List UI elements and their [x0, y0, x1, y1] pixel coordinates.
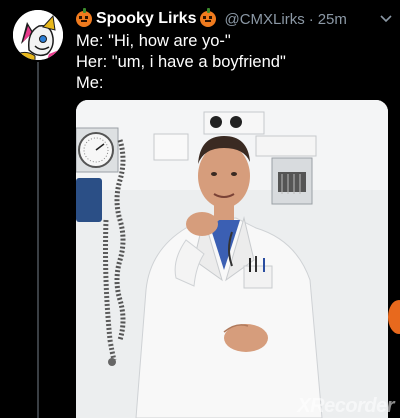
tweet-line: Her: "um, i have a boyfriend"	[76, 53, 286, 71]
thread-line	[37, 62, 39, 418]
recorder-watermark: XRecorder	[297, 395, 394, 417]
separator-dot: ·	[308, 10, 314, 28]
user-handle[interactable]: @CMXLirks	[224, 11, 304, 28]
chevron-down-icon[interactable]	[380, 12, 392, 26]
avatar[interactable]	[13, 10, 63, 60]
tweet-text: Me: "Hi, how are yo-" Her: "um, i have a…	[76, 31, 286, 94]
tweet-line: Me: "Hi, how are yo-"	[76, 32, 231, 50]
timestamp[interactable]: 25m	[318, 11, 347, 28]
display-name[interactable]: Spooky Lirks	[96, 10, 196, 28]
tweet-media-video[interactable]	[76, 100, 388, 418]
floating-recorder-bubble[interactable]	[388, 300, 400, 334]
doctor-pointing-image	[76, 100, 388, 418]
pumpkin-icon	[76, 8, 92, 27]
tweet-line: Me:	[76, 74, 104, 92]
tweet-header: Spooky Lirks @CMXLirks · 25m	[76, 8, 392, 30]
pumpkin-icon	[200, 8, 217, 27]
avatar-illustration	[13, 10, 63, 60]
